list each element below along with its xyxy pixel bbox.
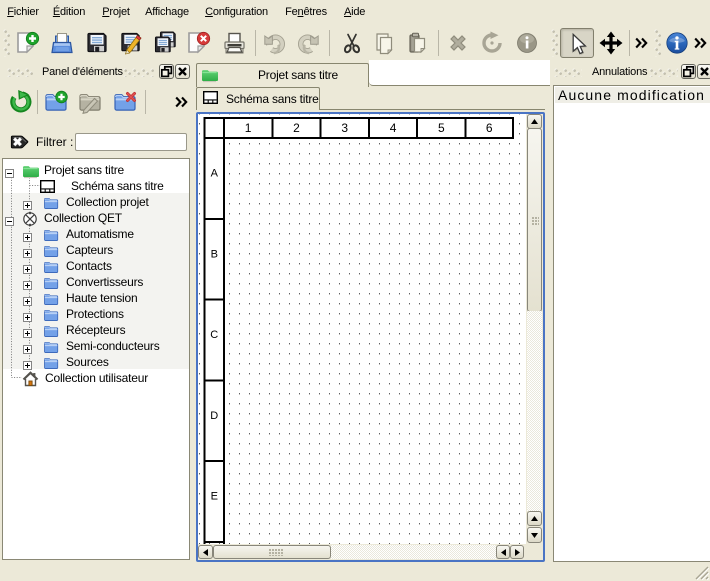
svg-text:5: 5 — [438, 121, 445, 135]
svg-text:B: B — [211, 248, 218, 260]
svg-text:C: C — [210, 329, 218, 341]
svg-text:3: 3 — [341, 121, 348, 135]
svg-text:1: 1 — [245, 121, 252, 135]
svg-text:6: 6 — [486, 121, 493, 135]
svg-text:2: 2 — [293, 121, 300, 135]
svg-text:4: 4 — [390, 121, 397, 135]
svg-text:A: A — [211, 168, 219, 180]
svg-text:D: D — [210, 410, 218, 422]
svg-text:E: E — [211, 491, 218, 503]
